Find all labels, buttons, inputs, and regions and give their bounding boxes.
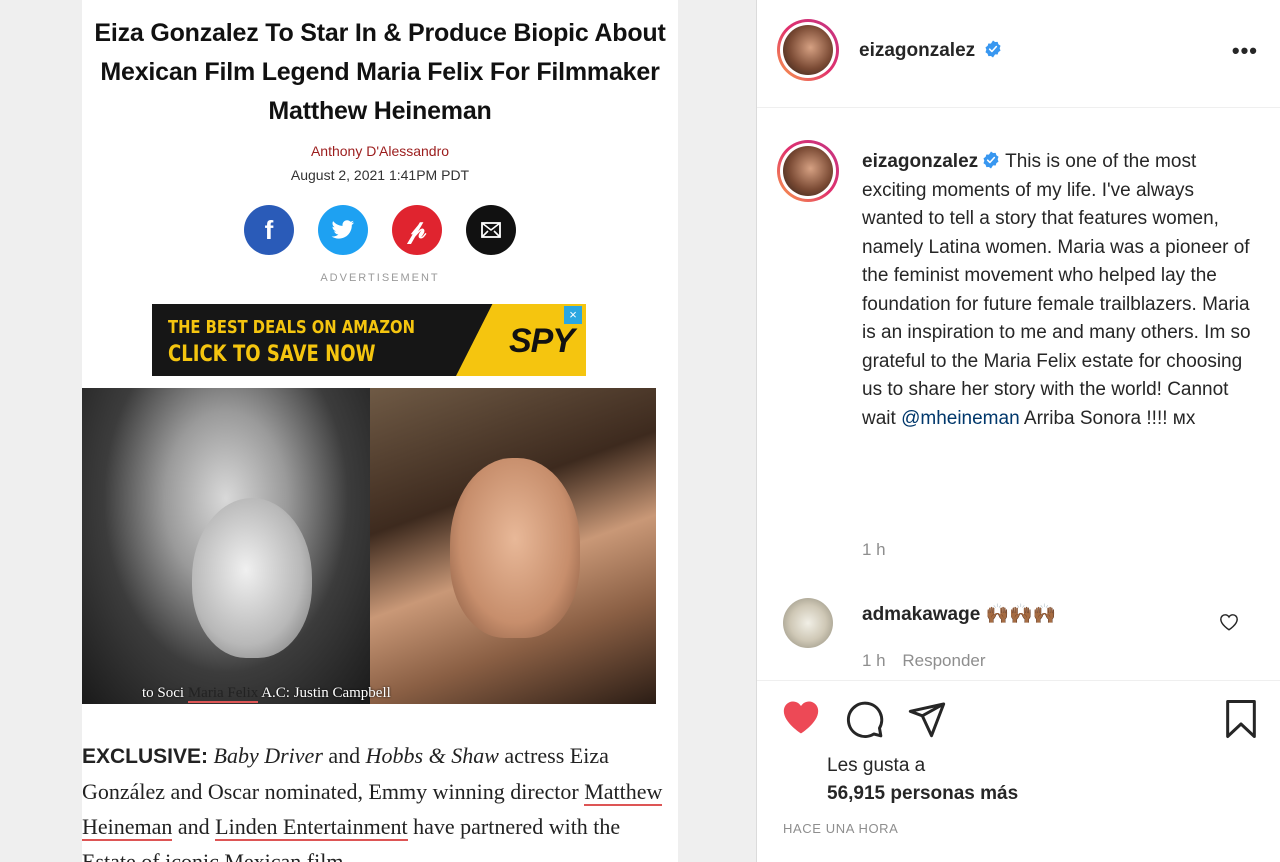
comment-emojis: 🙌🏾🙌🏾🙌🏾: [985, 604, 1057, 625]
commenter-username[interactable]: admakawage: [862, 604, 980, 625]
bw-face-shape: [192, 498, 312, 658]
photo-caption: to Soci Maria Felix A.C: Justin Campbell: [142, 685, 391, 703]
film-title-2: Hobbs & Shaw: [365, 743, 499, 768]
comment-bubble-icon[interactable]: [845, 699, 885, 739]
caption-name: Maria Felix: [187, 685, 259, 703]
article-date: August 2, 2021 1:41PM PDT: [290, 167, 470, 183]
body-link-linden: Linden Entertainment: [215, 814, 408, 841]
post-timestamp[interactable]: HACE UNA HORA: [783, 821, 898, 836]
caption-credit-right: A.C: Justin Campbell: [261, 685, 391, 701]
maria-felix-photo: [82, 388, 370, 704]
ad-line1: THE BEST DEALS ON AMAZON: [168, 317, 415, 338]
body-and: and: [328, 743, 361, 768]
advertisement-banner: THE BEST DEALS ON AMAZON CLICK TO SAVE N…: [152, 304, 586, 376]
like-comment-heart-icon[interactable]: [1219, 613, 1239, 631]
post-header: eizagonzalez •••: [757, 0, 1280, 108]
exclusive-label: EXCLUSIVE:: [82, 745, 209, 768]
ad-close-icon: ×: [564, 306, 582, 324]
caption-end: Arriba Sonora !!!! мх: [1023, 407, 1196, 429]
avatar[interactable]: [777, 19, 839, 81]
facebook-icon: f: [244, 205, 294, 255]
post-sidebar: eizagonzalez ••• eizagonzalez This is on…: [756, 0, 1280, 862]
likes-label: Les gusta a: [827, 755, 926, 776]
ad-line2: CLICK TO SAVE NOW: [168, 342, 376, 367]
ad-text: THE BEST DEALS ON AMAZON CLICK TO SAVE N…: [168, 316, 415, 370]
commenter-avatar[interactable]: [783, 598, 833, 648]
share-buttons: f 𝓅: [82, 205, 678, 255]
caption-avatar[interactable]: [777, 140, 839, 202]
like-heart-icon[interactable]: [781, 699, 821, 735]
article-screenshot: Eiza Gonzalez To Star In & Produce Biopi…: [82, 0, 678, 862]
caption-time[interactable]: 1 h: [862, 540, 886, 560]
caption-text: eizagonzalez This is one of the most exc…: [862, 148, 1252, 433]
comment-meta: 1 h Responder: [862, 651, 986, 671]
comment-text: admakawage 🙌🏾🙌🏾🙌🏾: [862, 602, 1057, 626]
caption-body: This is one of the most exciting moments…: [862, 151, 1251, 429]
caption-username[interactable]: eizagonzalez: [862, 151, 978, 172]
action-bar: Les gusta a 56,915 personas más HACE UNA…: [757, 680, 1280, 862]
comment-time[interactable]: 1 h: [862, 651, 886, 670]
save-bookmark-icon[interactable]: [1223, 699, 1259, 739]
article-title: Eiza Gonzalez To Star In & Produce Biopi…: [94, 19, 666, 125]
ad-label: ADVERTISEMENT: [320, 272, 440, 284]
twitter-icon: [318, 205, 368, 255]
eiza-gonzalez-photo: [370, 388, 656, 704]
film-title-1: Baby Driver: [213, 743, 323, 768]
ad-brand-logo: SPY: [508, 322, 575, 360]
likes-count[interactable]: 56,915 personas más: [827, 783, 1018, 805]
body-and-2: and: [177, 814, 210, 839]
verified-badge-icon: [983, 151, 999, 169]
more-options-icon[interactable]: •••: [1232, 38, 1258, 64]
share-paperplane-icon[interactable]: [907, 699, 947, 739]
article-body: EXCLUSIVE: Baby Driver and Hobbs & Shaw …: [82, 738, 678, 862]
mail-icon: [466, 205, 516, 255]
header-username-text[interactable]: eizagonzalez: [859, 40, 975, 61]
comments-section: eizagonzalez This is one of the most exc…: [757, 108, 1280, 680]
color-face-shape: [450, 458, 580, 638]
mention-link[interactable]: @mheineman: [901, 408, 1020, 429]
header-username[interactable]: eizagonzalez: [859, 40, 1002, 62]
post-media[interactable]: Eiza Gonzalez To Star In & Produce Biopi…: [0, 0, 756, 862]
verified-badge-icon: [985, 40, 1001, 58]
article-author: Anthony D'Alessandro: [310, 143, 450, 159]
pinterest-icon: 𝓅: [392, 205, 442, 255]
reply-button[interactable]: Responder: [902, 651, 985, 670]
caption-credit-left: to Soci: [142, 685, 185, 701]
article-photos: to Soci Maria Felix A.C: Justin Campbell: [82, 388, 656, 704]
